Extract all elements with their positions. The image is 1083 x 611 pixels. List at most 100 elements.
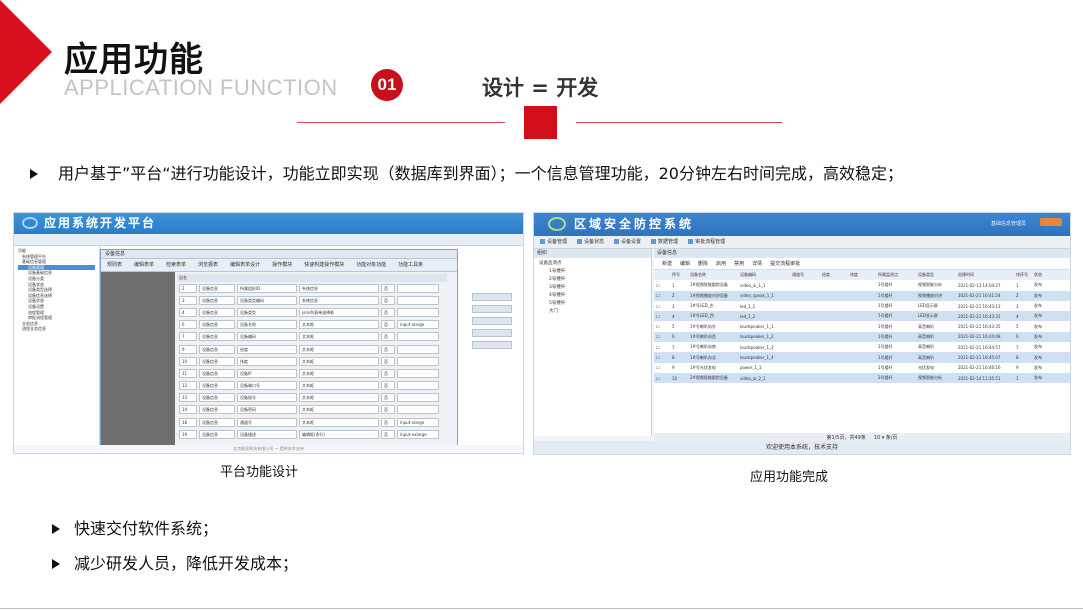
table-cell: loudspeaker_1_4 [738, 352, 790, 363]
table-cell [820, 352, 848, 363]
field-cell: 设备账号 [237, 393, 297, 403]
dialog-tab: 功能工具条 [398, 262, 424, 268]
table-cell: 高音喇叭 [916, 331, 956, 343]
table-cell [790, 321, 820, 331]
table-cell: 3 [1016, 303, 1019, 309]
table-cell: 1#号LED_西 [688, 311, 738, 322]
table-cell: 1 [672, 282, 675, 288]
field-cell [397, 368, 439, 378]
column-header: 通道号 [790, 270, 820, 281]
field-cell: 所属组织ID [237, 283, 297, 293]
field-cell: 设备信息 [199, 283, 235, 293]
tree-item: 流程业务信息 [22, 326, 46, 332]
field-cell: 文本框 [299, 368, 379, 378]
platform-design-screenshot: 应用系统开发平台 功能 系统管理平台 基础信息管理 设备管理 设备基础信息 设备分类 设备状… [13, 212, 524, 454]
field-cell: 设备信息 [199, 381, 235, 391]
tree-node: 3号楼杆 [549, 285, 566, 290]
field-cell [397, 393, 439, 403]
table-cell [848, 321, 876, 331]
field-row: 18 设备信息 通道号 文本框否 input-xlarge [177, 416, 447, 428]
app-titlebar: 区域安全防控系统 基础信息管理员 [534, 213, 1070, 236]
app-result-screenshot: 区域安全防控系统 基础信息管理员 设备管理 设备状态 设备设置 数据管理 审批流程管理 … [533, 212, 1071, 455]
table-cell: 4 [670, 311, 688, 322]
grid-header: 自名 [177, 274, 447, 282]
table-cell: 1#视频智能跟踪设备 [690, 282, 728, 288]
bottom-rule [0, 608, 1083, 609]
field-cell: 否 [381, 368, 395, 378]
field-cell: 系统信息 [299, 283, 379, 293]
field-cell [397, 295, 439, 305]
device-table: 序号 设备名称 设备编码 通道号 经度 纬度 所属监测点 设备类型 创建时间 排序号 状态 ☐ 1 1#… [654, 270, 1070, 384]
field-cell: json列表单选择框 [299, 307, 379, 317]
field-cell: 设备信息 [199, 368, 235, 378]
row-checkbox: ☐ [656, 365, 660, 371]
table-cell: video_ai_2_1 [738, 372, 790, 384]
field-cell: input-xxlarge [397, 429, 439, 439]
table-cell: 2 [1014, 290, 1032, 301]
corner-accent [0, 0, 52, 104]
bullet-2-text: 减少研发人员，降低开发成本； [74, 554, 299, 573]
table-cell: 5 [1016, 324, 1019, 330]
table-cell [848, 301, 876, 311]
action-button: 详情 [752, 261, 763, 267]
table-cell: 2021-02-21 16:43:31 [956, 311, 1014, 322]
table-cell [790, 280, 820, 290]
main-bullet-text: 用户基于”平台“进行功能设计，功能立即实现（数据库到界面）；一个信息管理功能，2… [58, 164, 903, 183]
field-cell [397, 356, 439, 366]
table-cell [848, 372, 876, 384]
table-cell: 2021-02-21 16:46:16 [958, 365, 1001, 371]
table-cell: 9 [672, 365, 675, 371]
table-cell [848, 363, 876, 373]
action-button: 提交流程审批 [770, 261, 801, 267]
field-cell: input-xlarge [397, 417, 439, 427]
field-cell: 通道号 [237, 417, 297, 427]
table-cell: 1号楼杆 [878, 323, 893, 329]
field-cell: 设备信息 [199, 320, 235, 330]
table-cell [848, 342, 876, 352]
row-checkbox: ☐ [656, 324, 660, 330]
table-cell [820, 342, 848, 352]
table-cell: 发布 [1034, 364, 1042, 370]
field-cell: 设备信息 [199, 332, 235, 342]
field-cell: 文本框 [299, 393, 379, 403]
field-cell: 文本框 [299, 356, 379, 366]
app-title: 区域安全防控系统 [574, 217, 695, 231]
dialog-tab: 编辑表单设计 [230, 262, 261, 268]
table-row: ☐ 9 1#号光伏发电 power_1_1 1号楼杆 光伏发电 2021-02-21 16:… [654, 363, 1070, 373]
field-cell: 设备信息 [199, 307, 235, 317]
field-cell [397, 405, 439, 415]
field-cell: 设备类型编码 [237, 295, 297, 305]
table-cell: 4 [1014, 311, 1032, 322]
table-cell: 发布 [1034, 282, 1042, 288]
field-row: 2 设备信息 所属组织ID 系统信息否 [177, 282, 447, 294]
field-cell: 设备描述 [237, 429, 297, 439]
divider-right [576, 122, 782, 123]
field-cell: 11 [179, 368, 197, 378]
dialog-side-panel [101, 272, 175, 453]
field-cell: 7 [179, 332, 197, 342]
main-bullet: 用户基于”平台“进行功能设计，功能立即实现（数据库到界面）；一个信息管理功能，2… [30, 160, 903, 184]
arrow-bullet-icon [52, 523, 60, 534]
field-cell: 3 [179, 295, 197, 305]
table-row: ☐ 4 1#号LED_西 led_1_2 1号楼杆 LED显示屏 2021-02-21 16… [654, 311, 1070, 322]
row-checkbox: ☐ [654, 331, 670, 343]
caption-platform-design: 平台功能设计 [220, 465, 299, 480]
field-cell: 否 [381, 344, 395, 354]
platform-logo-icon [22, 217, 38, 229]
action-button: 删除 [698, 261, 709, 267]
table-cell: LED显示屏 [916, 311, 956, 322]
table-cell: 发布 [1032, 372, 1070, 384]
action-button: 禁用 [734, 261, 745, 267]
row-checkbox: ☐ [656, 303, 660, 309]
field-cell: 设备信息 [199, 393, 235, 403]
platform-app-title: 应用系统开发平台 [44, 216, 157, 230]
table-cell: 8 [1014, 352, 1032, 363]
field-cell: 10 [179, 356, 197, 366]
table-cell: 发布 [1032, 331, 1070, 343]
page-title: 应用功能 [64, 40, 204, 80]
app-tree: 组织 设备监测点 1号楼杆 2号楼杆 3号楼杆 4号楼杆 5号楼杆 大门 [534, 249, 652, 436]
table-row: ☐ 8 1#号喇叭向北 loudspeaker_1_4 1号楼杆 高音喇叭 2021-02-… [654, 352, 1070, 363]
app-logo-icon [548, 217, 566, 231]
table-cell: 光伏发电 [918, 364, 934, 370]
table-cell [790, 331, 820, 343]
